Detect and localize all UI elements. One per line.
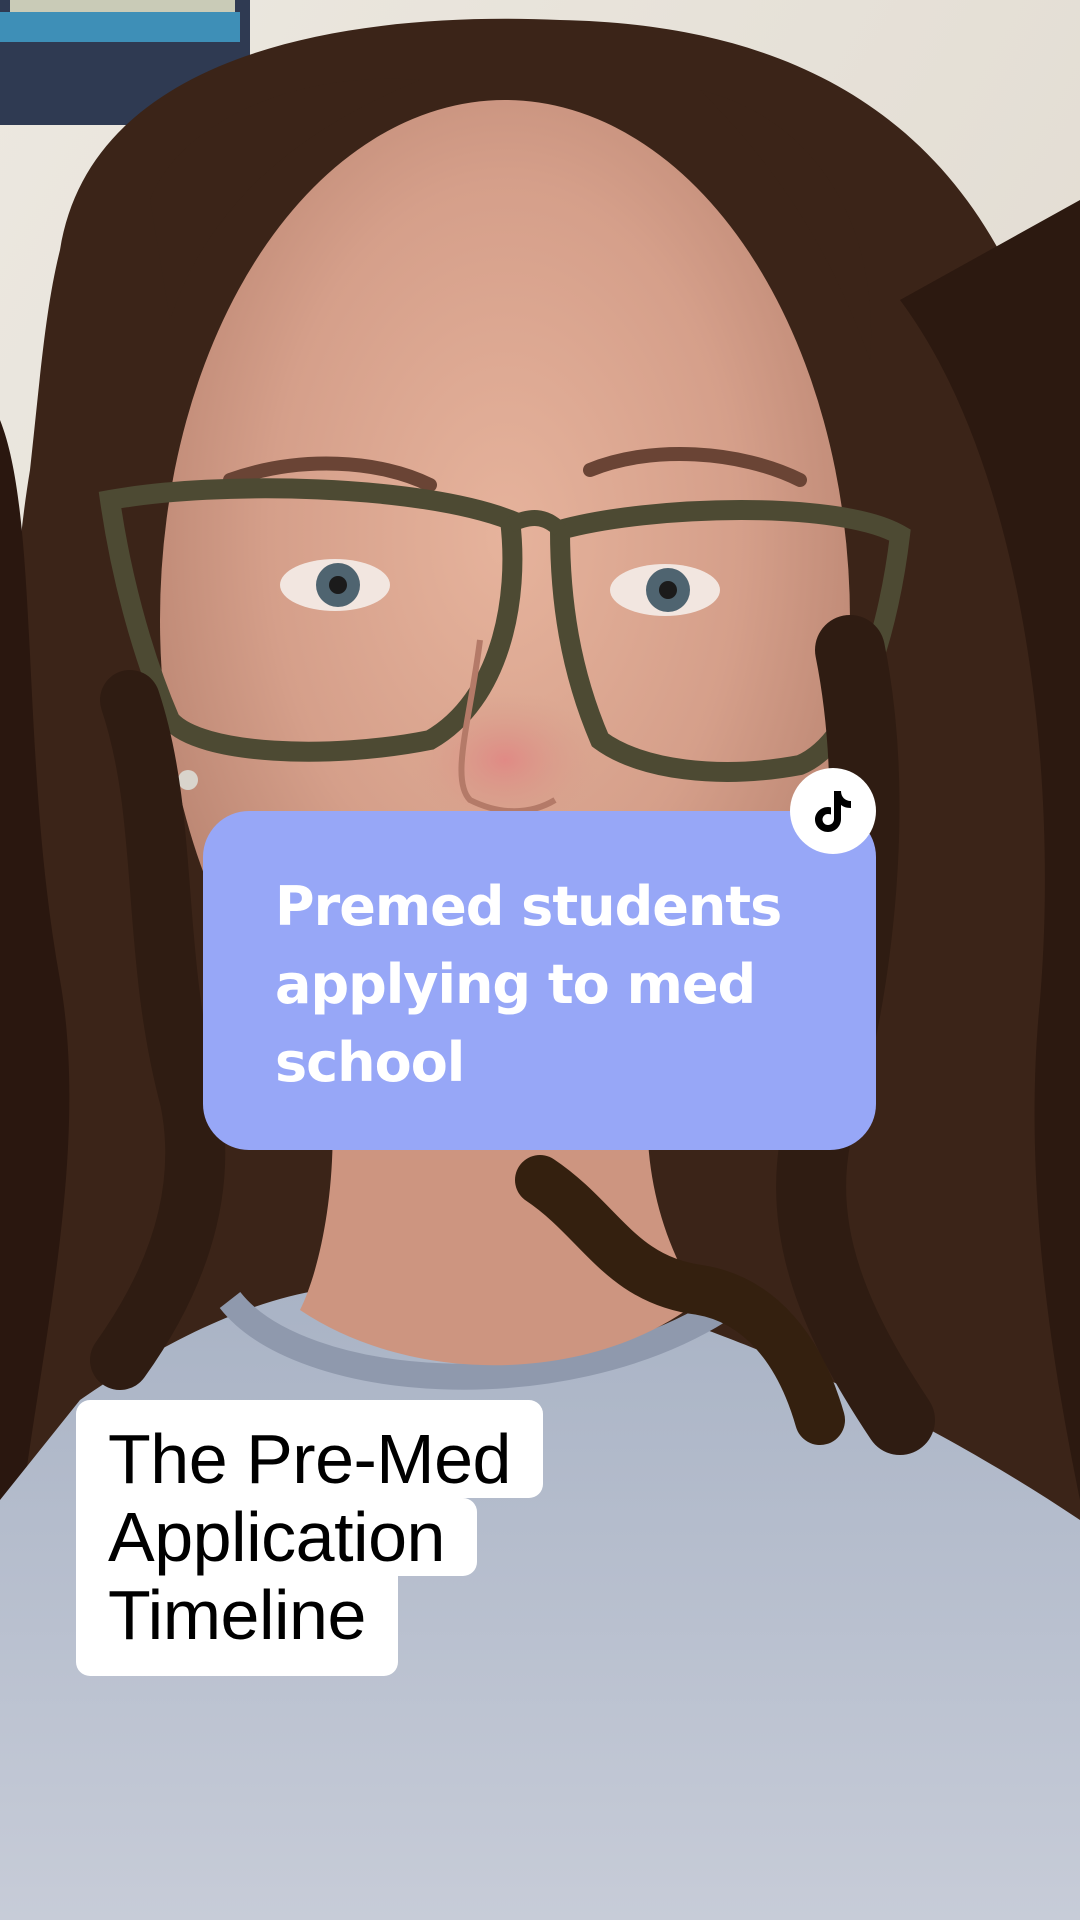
caption-line: The Pre-Med	[76, 1400, 543, 1498]
question-sticker[interactable]: Premed students applying to med school	[203, 811, 876, 1150]
caption-line: Timeline	[76, 1576, 398, 1676]
tiktok-badge[interactable]	[790, 768, 876, 854]
caption-overlay: The Pre-Med Application Timeline	[76, 1400, 543, 1676]
tiktok-note-icon	[815, 791, 851, 832]
caption-line: Application	[76, 1498, 477, 1576]
question-text: Premed students applying to med school	[275, 875, 782, 1094]
